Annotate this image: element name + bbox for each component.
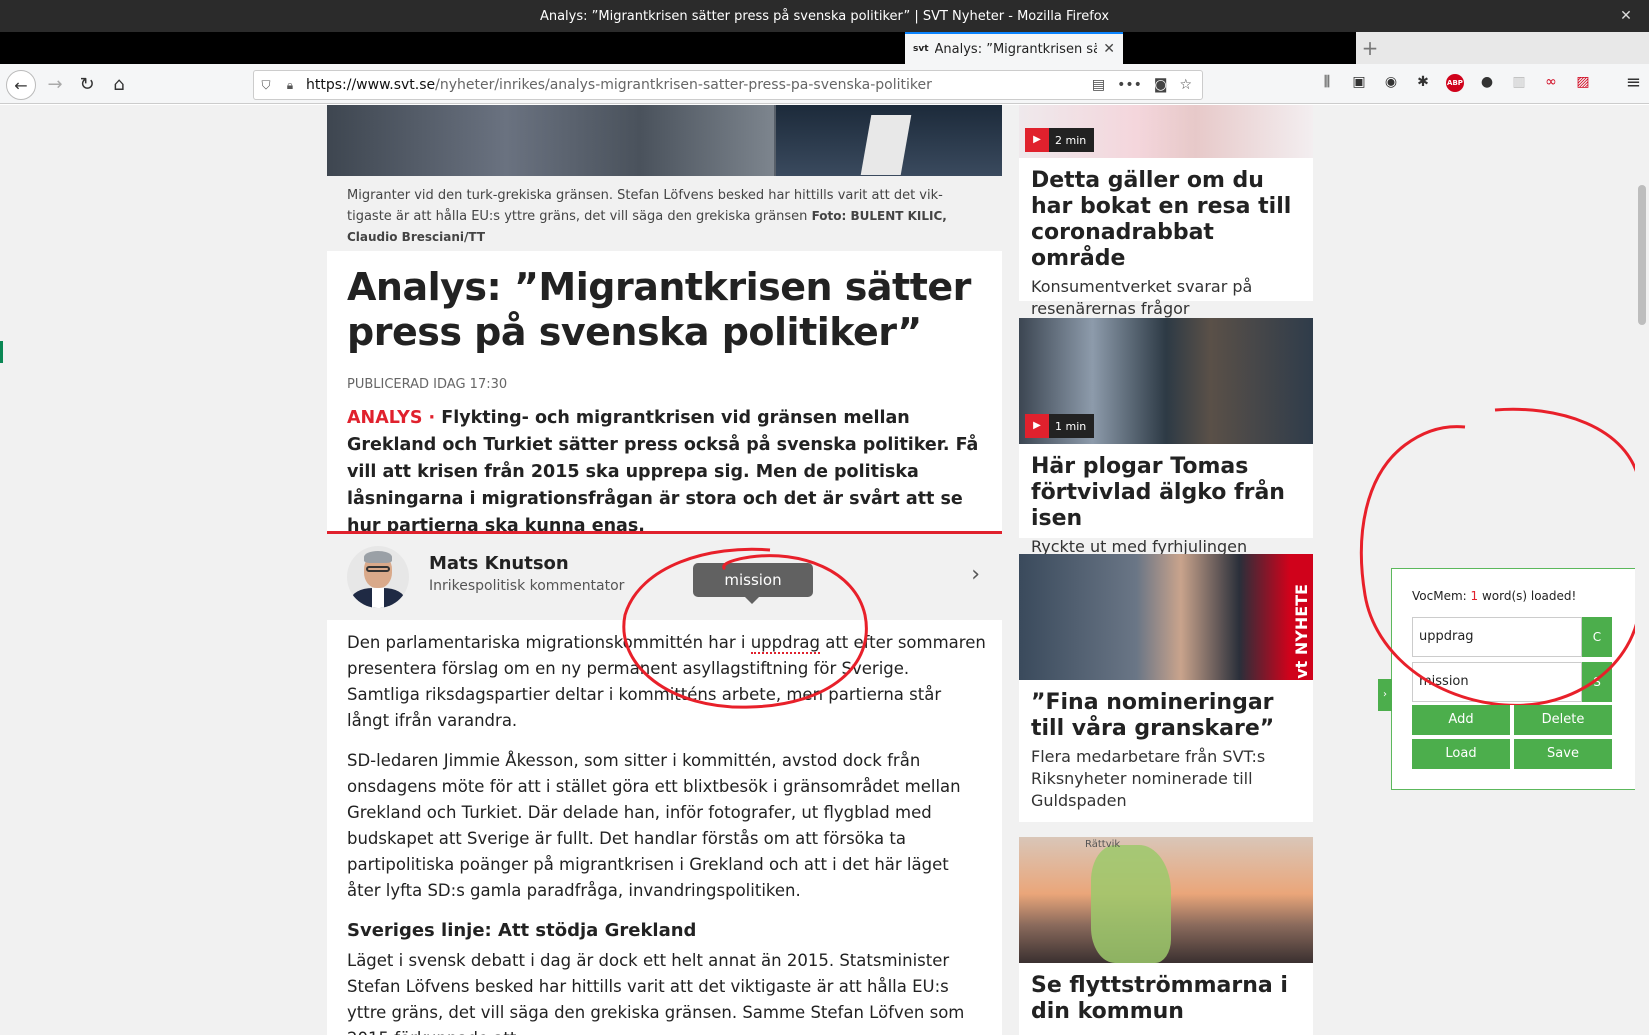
play-icon: ▶ <box>1025 128 1049 152</box>
scrollbar-thumb[interactable] <box>1638 185 1646 325</box>
tab-label: Analys: ”Migrantkrisen sätter press på s… <box>934 41 1098 57</box>
card-image: vt NYHETE <box>1019 554 1313 680</box>
article-lead: ANALYS · Flykting- och migrantkrisen vid… <box>347 408 979 536</box>
sidebar-icon[interactable]: ▣ <box>1350 74 1368 92</box>
add-button[interactable]: Add <box>1412 705 1510 735</box>
page-scrollbar[interactable] <box>1635 105 1649 1035</box>
lead-text: Flykting- och migrantkrisen vid gränsen … <box>347 408 979 536</box>
adblock-plus-icon[interactable]: ABP <box>1446 74 1464 92</box>
annotation-circle <box>1359 407 1640 705</box>
reader-view-icon[interactable]: ▤ <box>1092 77 1105 93</box>
card-subtitle: Flera medarbetare från SVT:s Riksnyheter… <box>1031 747 1266 810</box>
reload-icon[interactable]: ↻ <box>72 70 102 100</box>
extension-circles-icon[interactable]: ● <box>1478 74 1496 92</box>
published-date: PUBLICERAD IDAG 17:30 <box>347 377 508 392</box>
video-badge: ▶ 2 min <box>1025 128 1095 152</box>
pocket-icon[interactable]: ◙ <box>1154 77 1168 93</box>
bookmark-star-icon[interactable]: ☆ <box>1179 77 1192 93</box>
article-subheading: Sveriges linje: Att stödja Grekland <box>347 920 697 941</box>
tab-strip: svt Analys: ”Migrantkrisen sätter press … <box>0 32 1649 64</box>
url-host: https://www.svt.se <box>306 77 436 93</box>
lock-icon[interactable]: 🔒︎ <box>278 78 302 93</box>
web-page: Migranter vid den turk-grekiska gränsen.… <box>0 105 1649 1035</box>
kicker-label[interactable]: ANALYS <box>347 408 422 428</box>
tab-close-icon[interactable]: ✕ <box>1103 41 1115 57</box>
chevron-right-icon[interactable]: › <box>971 562 980 587</box>
page-actions-icon[interactable]: ••• <box>1117 77 1142 93</box>
card-image: ▶ 2 min <box>1019 105 1313 158</box>
card-image: Rättvik <box>1019 837 1313 963</box>
hero-image-migrants <box>327 105 774 176</box>
news-card[interactable]: Rättvik Se flyttströmmarna i din kommun <box>1019 837 1313 1035</box>
hero-image <box>327 105 1002 176</box>
paragraph: SD-ledaren Jimmie Åkesson, som sitter i … <box>347 751 961 900</box>
author-role: Inrikespolitisk kommentator <box>429 578 625 594</box>
window-close-icon[interactable]: ✕ <box>1617 7 1635 25</box>
map-graphic <box>1091 845 1171 963</box>
extension-paw-icon[interactable]: ✱ <box>1414 74 1432 92</box>
author-avatar <box>347 546 409 608</box>
navigation-toolbar: ← → ↻ ⌂ ⛉ 🔒︎ https://www.svt.se/nyheter/… <box>0 64 1649 104</box>
window-titlebar: Analys: ”Migrantkrisen sätter press på s… <box>0 0 1649 32</box>
url-text[interactable]: https://www.svt.se/nyheter/inrikes/analy… <box>302 77 1092 93</box>
card-title[interactable]: Se flyttströmmarna i din kommun <box>1019 963 1313 1025</box>
annotation-circle <box>622 547 868 709</box>
tracking-shield-icon[interactable]: ⛉ <box>254 78 278 93</box>
account-icon[interactable]: ◉ <box>1382 74 1400 92</box>
library-icon[interactable]: ⫼ <box>1318 74 1336 92</box>
extension-book-icon[interactable]: ▥ <box>1510 74 1528 92</box>
author-name[interactable]: Mats Knutson <box>429 553 569 574</box>
extension-screen-icon[interactable]: ▨ <box>1574 74 1592 92</box>
extension-loop-icon[interactable]: ∞ <box>1542 74 1560 92</box>
card-title[interactable]: Detta gäller om du har bokat en resa til… <box>1019 158 1313 272</box>
svt-favicon-icon: svt <box>913 44 929 54</box>
url-bar[interactable]: ⛉ 🔒︎ https://www.svt.se/nyheter/inrikes/… <box>253 70 1203 100</box>
card-title[interactable]: Här plogar Tomas förtvivlad älgko från i… <box>1019 444 1313 532</box>
tab-active[interactable]: svt Analys: ”Migrantkrisen sätter press … <box>905 32 1123 64</box>
play-icon: ▶ <box>1025 414 1049 438</box>
save-button[interactable]: Save <box>1514 739 1612 769</box>
card-image: ▶ 1 min <box>1019 318 1313 444</box>
home-icon[interactable]: ⌂ <box>104 70 134 100</box>
new-tab-icon[interactable]: + <box>1358 36 1382 60</box>
edge-accent <box>0 341 3 363</box>
news-card[interactable]: ▶ 2 min Detta gäller om du har bokat en r… <box>1019 105 1313 318</box>
card-image-text: vt NYHETE <box>1292 584 1311 679</box>
load-button[interactable]: Load <box>1412 739 1510 769</box>
card-title[interactable]: ”Fina nomineringar till våra granskare” <box>1019 680 1313 742</box>
article-headline: Analys: ”Migrantkrisen sätter press på s… <box>347 265 971 354</box>
video-badge: ▶ 1 min <box>1025 414 1095 438</box>
news-card[interactable]: ▶ 1 min Här plogar Tomas förtvivlad älgko… <box>1019 318 1313 556</box>
delete-button[interactable]: Delete <box>1514 705 1612 735</box>
card-image-text: Rättvik <box>1085 839 1121 850</box>
tab-strip-empty <box>1356 32 1649 64</box>
news-card[interactable]: vt NYHETE ”Fina nomineringar till våra g… <box>1019 554 1313 822</box>
forward-arrow-icon[interactable]: → <box>40 70 70 100</box>
paragraph: Läget i svensk debatt i dag är dock ett … <box>347 951 965 1035</box>
hamburger-menu-icon[interactable]: ≡ <box>1626 72 1641 93</box>
window-title: Analys: ”Migrantkrisen sätter press på s… <box>539 8 1110 24</box>
image-caption: Migranter vid den turk-grekiska gränsen.… <box>327 176 1002 251</box>
hero-image-lofven <box>776 105 1002 176</box>
back-arrow-icon[interactable]: ← <box>6 70 36 100</box>
url-path: /nyheter/inrikes/analys-migrantkrisen-sa… <box>435 77 932 93</box>
